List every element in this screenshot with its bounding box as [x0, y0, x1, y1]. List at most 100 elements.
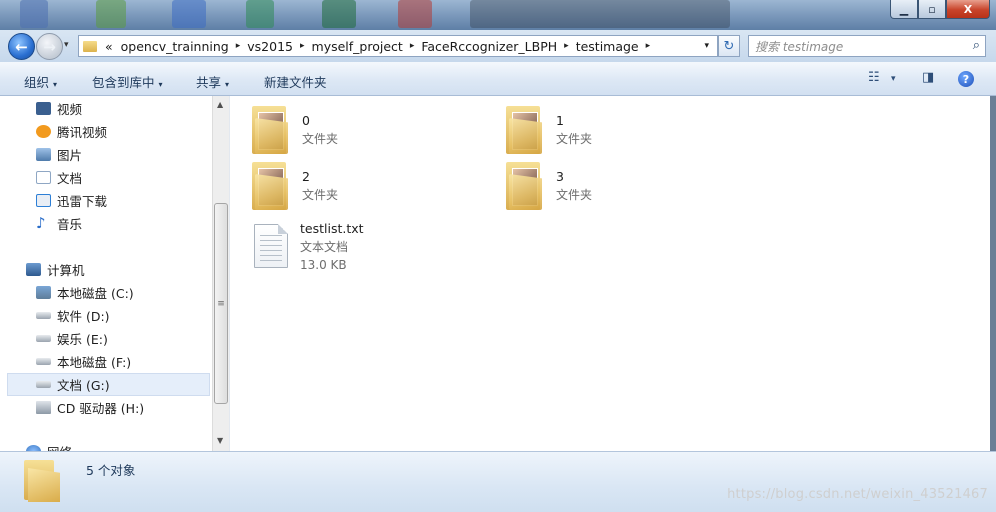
scroll-up-icon[interactable]: ▲ [217, 100, 223, 109]
breadcrumb-overflow[interactable]: « [101, 39, 117, 54]
search-icon[interactable]: ⌕ [973, 38, 980, 53]
item-text: 3 文件夹 [556, 160, 592, 212]
back-arrow-icon: ← [15, 37, 28, 56]
folder-item[interactable]: 1 文件夹 [506, 104, 592, 156]
background-blur [20, 0, 48, 28]
sidebar-item-drive-g[interactable]: 文档 (G:) [7, 373, 210, 396]
include-in-library-menu[interactable]: 包含到库中 ▾ [92, 72, 163, 91]
breadcrumb-item[interactable]: opencv_trainning [117, 39, 233, 54]
navigation-pane-scrollbar[interactable]: ▲ ≡ ▼ [212, 96, 229, 451]
breadcrumb-chevron-icon[interactable]: ▸ [297, 41, 308, 51]
search-placeholder: 搜索 testimage [755, 39, 844, 54]
sidebar-item-label: 腾讯视频 [57, 124, 108, 140]
minimize-button[interactable]: ▁ [890, 0, 918, 19]
sidebar-item-label: 网络 [47, 442, 72, 452]
sidebar-item-network[interactable]: 网络 [26, 441, 72, 451]
sidebar-item-label: 软件 (D:) [57, 308, 110, 324]
sidebar-item-videos[interactable]: 视频 [36, 98, 82, 118]
drive-icon [36, 357, 51, 365]
folder-icon [506, 104, 546, 156]
breadcrumb-item[interactable]: FaceRccognizer_LBPH [417, 39, 561, 54]
sidebar-item-pictures[interactable]: 图片 [36, 144, 82, 164]
recent-pages-dropdown[interactable]: ▾ [64, 40, 69, 50]
include-library-label: 包含到库中 [92, 75, 155, 90]
item-text: 0 文件夹 [302, 104, 338, 156]
address-bar[interactable]: « opencv_trainning ▸ vs2015 ▸ myself_pro… [78, 35, 718, 57]
sidebar-item-documents[interactable]: 文档 [36, 167, 82, 187]
organize-label: 组织 [24, 75, 50, 90]
folder-icon [506, 160, 546, 212]
folder-icon [24, 460, 62, 502]
breadcrumb-item[interactable]: vs2015 [243, 39, 297, 54]
breadcrumb-chevron-icon[interactable]: ▸ [233, 41, 244, 51]
item-name: 0 [302, 113, 310, 128]
sidebar-item-drive-c[interactable]: 本地磁盘 (C:) [36, 282, 134, 302]
folder-icon [252, 104, 292, 156]
breadcrumb-chevron-icon[interactable]: ▸ [643, 41, 654, 51]
new-folder-button[interactable]: 新建文件夹 [264, 72, 327, 91]
item-size: 13.0 KB [300, 258, 347, 272]
organize-menu[interactable]: 组织 ▾ [24, 72, 57, 91]
file-item[interactable]: testlist.txt 文本文档 13.0 KB [230, 220, 364, 274]
sidebar-item-drive-f[interactable]: 本地磁盘 (F:) [36, 351, 131, 371]
sidebar-item-label: CD 驱动器 (H:) [57, 400, 145, 416]
folder-item[interactable]: 2 文件夹 [252, 160, 338, 212]
chevron-down-icon: ▾ [158, 80, 163, 89]
item-type: 文件夹 [556, 188, 593, 202]
tencent-video-icon [36, 124, 51, 138]
address-history-dropdown[interactable]: ▾ [704, 41, 709, 51]
close-button[interactable]: X [946, 0, 990, 19]
watermark-text: https://blog.csdn.net/weixin_43521467 [727, 487, 988, 502]
item-name: 3 [556, 169, 564, 184]
breadcrumb-chevron-icon[interactable]: ▸ [561, 41, 572, 51]
preview-pane-button[interactable]: ◨ [922, 70, 934, 85]
sidebar-item-music[interactable]: ♪ 音乐 [36, 213, 82, 233]
search-input[interactable]: 搜索 testimage ⌕ [748, 35, 986, 57]
sidebar-item-thunder-download[interactable]: 迅雷下载 [36, 190, 107, 210]
item-text: testlist.txt 文本文档 13.0 KB [300, 220, 364, 274]
item-type: 文件夹 [302, 132, 339, 146]
sidebar-item-label: 文档 (G:) [57, 378, 110, 393]
view-options-dropdown[interactable]: ▾ [891, 74, 896, 84]
sidebar-item-drive-e[interactable]: 娱乐 (E:) [36, 328, 108, 348]
forward-arrow-icon: → [43, 37, 56, 56]
item-type: 文件夹 [302, 188, 339, 202]
folder-item[interactable]: 3 文件夹 [506, 160, 592, 212]
sidebar-item-drive-d[interactable]: 软件 (D:) [36, 305, 110, 325]
item-text: 2 文件夹 [302, 160, 338, 212]
item-type: 文件夹 [556, 132, 593, 146]
drive-icon [36, 311, 51, 319]
scroll-down-icon[interactable]: ▼ [217, 436, 223, 445]
thunder-download-icon [36, 193, 51, 207]
computer-icon [26, 262, 41, 276]
background-blur [172, 0, 206, 28]
chevron-down-icon: ▾ [53, 80, 58, 89]
help-button[interactable]: ? [958, 71, 974, 87]
music-icon: ♪ [36, 213, 46, 232]
sidebar-item-label: 迅雷下载 [57, 193, 108, 209]
background-blur [96, 0, 126, 28]
sidebar-item-computer[interactable]: 计算机 [26, 259, 85, 279]
sidebar-item-label: 视频 [57, 101, 83, 117]
sidebar-item-cd-drive-h[interactable]: CD 驱动器 (H:) [36, 397, 144, 417]
background-blur [398, 0, 432, 28]
sidebar-item-tencent-video[interactable]: 腾讯视频 [36, 121, 107, 141]
share-menu[interactable]: 共享 ▾ [196, 72, 229, 91]
breadcrumb-item[interactable]: myself_project [308, 39, 407, 54]
change-view-button[interactable]: ☷ [868, 70, 880, 85]
breadcrumb-item[interactable]: testimage [572, 39, 643, 54]
video-icon [36, 101, 51, 115]
sidebar-item-label: 本地磁盘 (F:) [57, 354, 132, 370]
drive-icon [36, 381, 51, 388]
view-list-icon: ☷ [868, 70, 880, 85]
breadcrumb-chevron-icon[interactable]: ▸ [407, 41, 418, 51]
scrollbar-thumb[interactable]: ≡ [214, 203, 228, 404]
details-pane: 5 个对象 https://blog.csdn.net/weixin_43521… [0, 451, 996, 512]
maximize-button[interactable]: ▫ [918, 0, 946, 19]
item-text: 1 文件夹 [556, 104, 592, 156]
refresh-button[interactable]: ↻ [718, 35, 740, 57]
forward-button[interactable]: → [36, 33, 63, 60]
refresh-icon: ↻ [723, 38, 735, 54]
back-button[interactable]: ← [8, 33, 35, 60]
folder-item[interactable]: 0 文件夹 [252, 104, 338, 156]
